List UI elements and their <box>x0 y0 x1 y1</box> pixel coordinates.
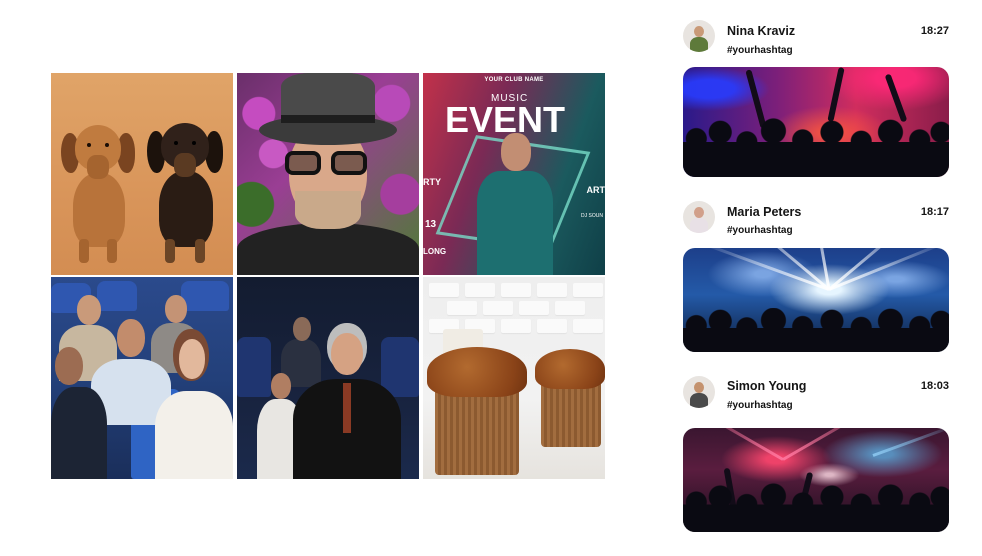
post-time: 18:03 <box>920 380 949 392</box>
audience-woman-front <box>151 329 233 479</box>
dachshund-left <box>61 121 141 271</box>
photo-woman-theater[interactable] <box>237 277 419 479</box>
hat-band <box>281 115 375 123</box>
poster-dj <box>477 133 553 275</box>
theater-woman <box>293 323 401 479</box>
feed-post: Nina Kraviz 18:27 #yourhashtag <box>683 20 949 178</box>
panettone-large <box>427 347 527 477</box>
photo-grid: YOUR CLUB NAME MUSIC EVENT RTY ART 13 LO… <box>51 73 605 479</box>
photo-man-with-hat[interactable] <box>237 73 419 275</box>
man-shirt <box>237 223 419 275</box>
hat-crown-front <box>281 73 375 119</box>
photo-dachshunds[interactable] <box>51 73 233 275</box>
post-author[interactable]: Simon Young <box>727 379 806 393</box>
post-image-festival[interactable] <box>683 428 949 532</box>
poster-club-name: YOUR CLUB NAME <box>484 77 544 83</box>
post-time: 18:27 <box>920 25 949 37</box>
photo-panettone[interactable] <box>423 277 605 479</box>
post-hashtag[interactable]: #yourhashtag <box>727 225 793 236</box>
feed-post: Maria Peters 18:17 #yourhashtag <box>683 201 949 353</box>
audience-man-left <box>51 337 107 479</box>
photo-event-poster[interactable]: YOUR CLUB NAME MUSIC EVENT RTY ART 13 LO… <box>423 73 605 275</box>
poster-side-right: ART <box>586 185 606 195</box>
avatar[interactable] <box>683 20 715 52</box>
glasses <box>285 151 371 177</box>
post-image-concert[interactable] <box>683 248 949 352</box>
poster-side-left: RTY <box>423 177 441 187</box>
poster-small-right: DJ SOUN <box>581 213 603 219</box>
avatar[interactable] <box>683 376 715 408</box>
panettone-small <box>535 349 605 449</box>
photo-audience[interactable] <box>51 277 233 479</box>
post-image-party[interactable] <box>683 67 949 177</box>
post-hashtag[interactable]: #yourhashtag <box>727 45 793 56</box>
avatar[interactable] <box>683 201 715 233</box>
post-hashtag[interactable]: #yourhashtag <box>727 400 793 411</box>
poster-lower-left: LONG <box>423 247 447 256</box>
man-beard <box>295 191 361 229</box>
post-time: 18:17 <box>920 206 949 218</box>
poster-number: 13 <box>425 219 437 230</box>
dachshund-right <box>147 119 229 271</box>
feed-post: Simon Young 18:03 #yourhashtag <box>683 376 949 532</box>
post-author[interactable]: Maria Peters <box>727 205 801 219</box>
post-author[interactable]: Nina Kraviz <box>727 24 795 38</box>
